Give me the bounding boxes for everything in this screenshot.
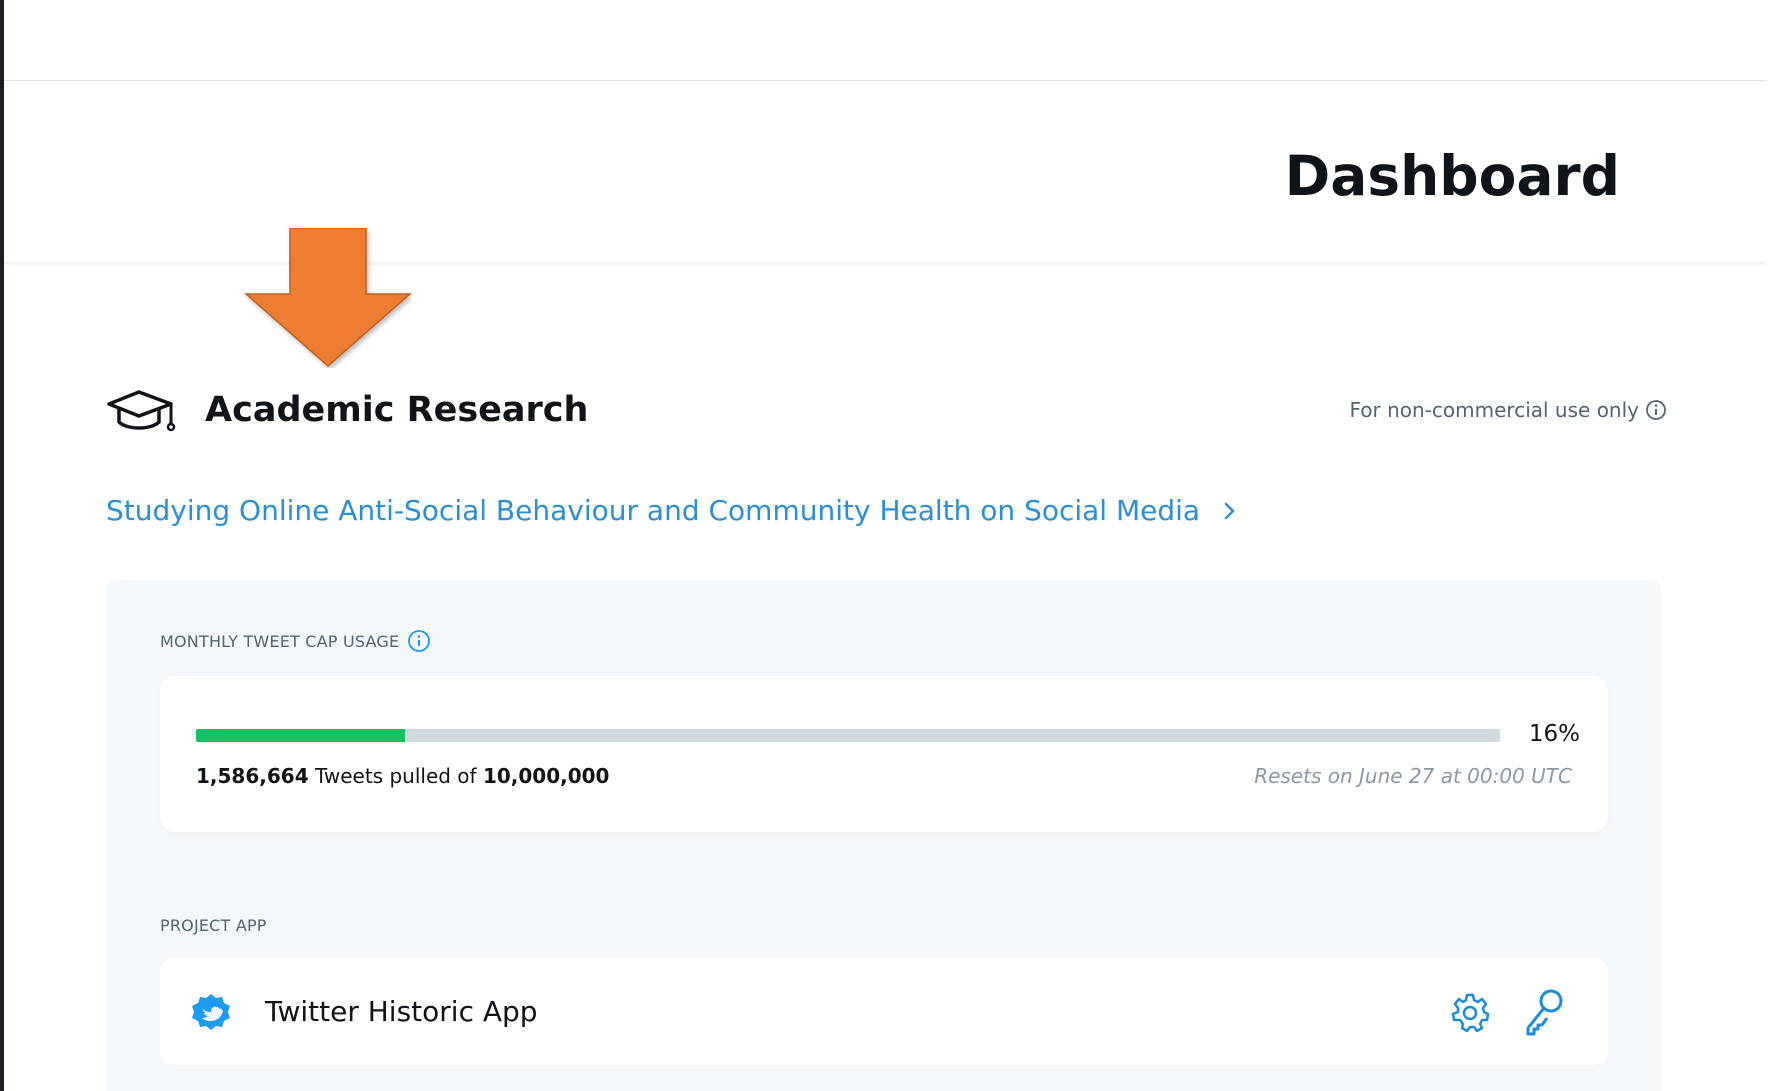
info-icon[interactable]: [407, 629, 431, 653]
tweets-pulled-text: Tweets pulled of: [314, 764, 477, 788]
tweets-pulled-summary: 1,586,664 Tweets pulled of 10,000,000: [196, 764, 609, 788]
project-app-label: PROJECT APP: [160, 916, 267, 935]
left-window-edge: [0, 0, 4, 1091]
dashboard-page: Dashboard Academic Research For non-comm…: [0, 0, 1777, 1091]
graduation-cap-icon: [107, 390, 176, 432]
info-icon[interactable]: [1645, 399, 1667, 421]
top-divider: [4, 80, 1767, 81]
tweet-cap-total: 10,000,000: [482, 764, 610, 788]
cap-reset-note: Resets on June 27 at 00:00 UTC: [1254, 764, 1572, 788]
tweet-cap-percent: 16%: [1528, 721, 1580, 747]
tweet-cap-label: MONTHLY TWEET CAP USAGE: [160, 631, 400, 651]
page-title: Dashboard: [1284, 144, 1620, 208]
project-app-card[interactable]: Twitter Historic App: [160, 958, 1608, 1065]
project-link[interactable]: Studying Online Anti-Social Behaviour an…: [106, 494, 1238, 527]
non-commercial-note: For non-commercial use only: [1350, 398, 1667, 422]
tweets-pulled-count: 1,586,664: [196, 764, 309, 788]
gear-icon[interactable]: [1450, 992, 1490, 1032]
annotation-arrow-icon: [244, 228, 412, 367]
tweet-cap-progress-bar: [196, 729, 1500, 742]
tweet-cap-progress-fill: [196, 729, 405, 742]
tweet-cap-section-label: MONTHLY TWEET CAP USAGE: [160, 629, 431, 653]
chevron-right-icon[interactable]: [1222, 499, 1238, 523]
project-app-section-label: PROJECT APP: [160, 916, 267, 935]
app-badge-icon: [192, 994, 230, 1030]
product-header: Academic Research: [105, 380, 588, 440]
project-link-label[interactable]: Studying Online Anti-Social Behaviour an…: [106, 494, 1200, 527]
product-title: Academic Research: [205, 390, 589, 430]
key-icon[interactable]: [1522, 988, 1566, 1036]
non-commercial-label: For non-commercial use only: [1349, 398, 1639, 422]
tweet-cap-card: 16% 1,586,664 Tweets pulled of 10,000,00…: [160, 676, 1608, 832]
app-name[interactable]: Twitter Historic App: [265, 995, 538, 1028]
